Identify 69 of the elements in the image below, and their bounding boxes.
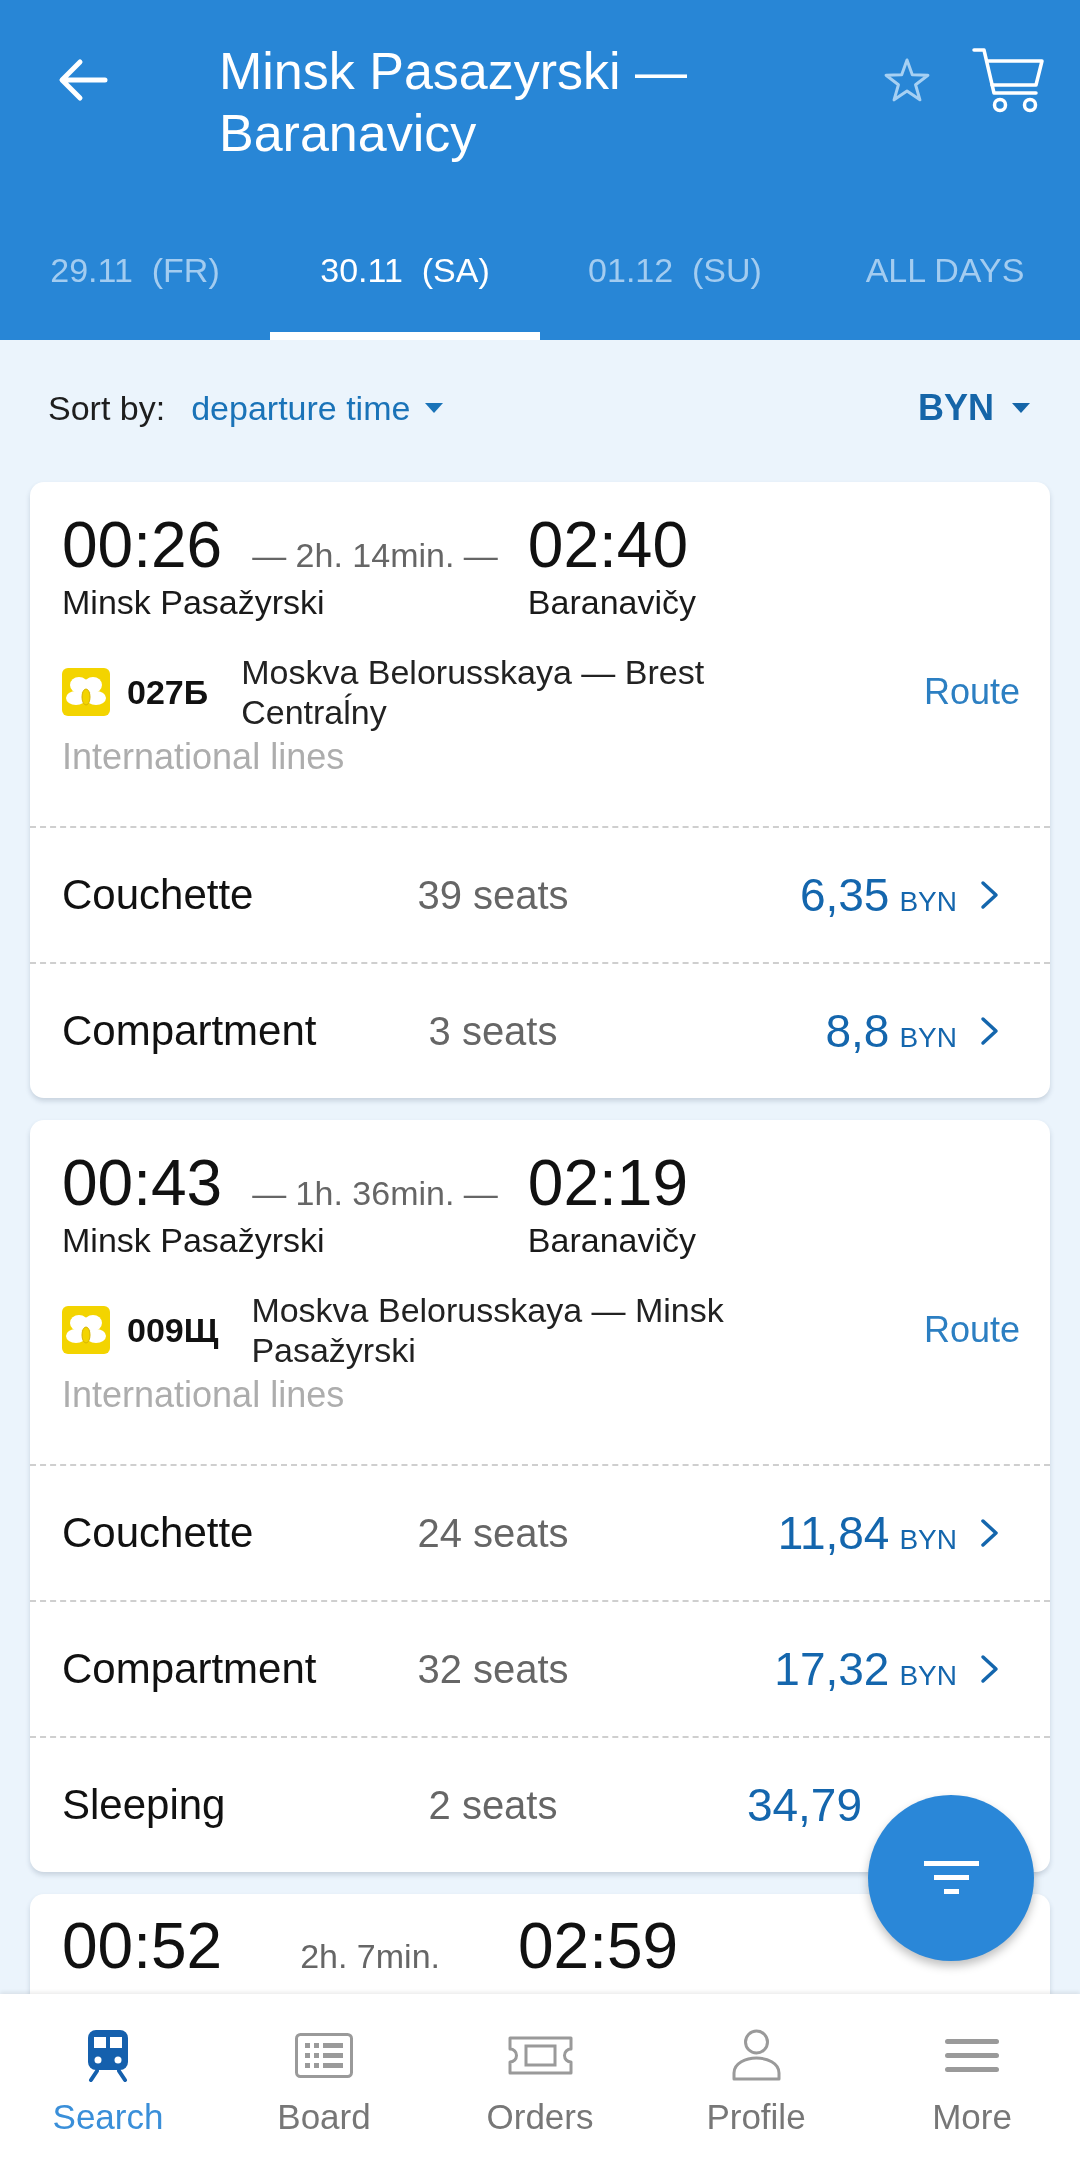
currency-label: BYN [899, 886, 957, 918]
person-icon [731, 2029, 781, 2081]
car-class: Compartment [62, 1007, 318, 1055]
filter-icon [923, 1861, 979, 1895]
route-link[interactable]: Route [923, 671, 1020, 713]
date-tab[interactable]: 29.11 (FR) [0, 200, 270, 340]
sort-dropdown[interactable]: departure time [191, 388, 444, 428]
departure-station: Minsk Pasažyrski [62, 582, 326, 623]
chevron-right-icon[interactable] [979, 1016, 1000, 1046]
trip-duration: — 2h. 14min. — [252, 536, 498, 575]
train-category: International lines [62, 737, 346, 777]
train-number: 009Щ [127, 1310, 219, 1350]
list-board-icon [295, 2032, 353, 2078]
date-tab[interactable]: 01.12 (SU) [540, 200, 810, 340]
car-class: Couchette [62, 1509, 255, 1557]
chevron-right-icon[interactable] [979, 880, 1000, 910]
arrival-time: 02:40 [527, 509, 689, 581]
screen-title: Minsk Pasazyrski — Baranavicy [219, 41, 689, 164]
sort-label: Sort by: [48, 388, 166, 428]
seat-count: 32 seats [417, 1646, 569, 1692]
back-arrow-icon[interactable] [58, 58, 108, 102]
currency-label: BYN [899, 1022, 957, 1054]
train-category: International lines [62, 1375, 346, 1415]
chevron-right-icon[interactable] [979, 1518, 1000, 1548]
arrival-station: Baranavičy [527, 1220, 697, 1261]
departure-time: 00:43 [62, 1147, 223, 1219]
train-route: Moskva Belorusskaya — Brest Centraĺny [241, 652, 706, 732]
car-class: Couchette [62, 871, 255, 919]
departure-time: 00:52 [62, 1910, 223, 1982]
route-link[interactable]: Route [923, 1309, 1020, 1351]
seat-count: 3 seats [428, 1008, 558, 1054]
fare-price[interactable]: 8,8 [825, 1004, 890, 1058]
star-icon[interactable] [883, 57, 931, 103]
nav-item[interactable]: Profile [648, 1994, 864, 2158]
chevron-right-icon[interactable] [979, 1654, 1000, 1684]
arrival-station: Baranavičy [527, 582, 697, 623]
currency-label: BYN [899, 1524, 957, 1556]
car-class: Sleeping [62, 1781, 227, 1829]
car-class: Compartment [62, 1645, 318, 1693]
departure-time: 00:26 [62, 509, 223, 581]
currency-dropdown[interactable]: BYN [918, 387, 1030, 429]
date-tab[interactable]: ALL DAYS [810, 200, 1080, 340]
menu-icon [945, 2038, 999, 2072]
caret-icon [425, 403, 444, 413]
flower-logo-icon [62, 1306, 110, 1354]
fare-price[interactable]: 34,79 [746, 1778, 862, 1832]
departure-station: Minsk Pasažyrski [62, 1220, 326, 1261]
seat-count: 39 seats [417, 872, 569, 918]
flower-logo-icon [62, 668, 110, 716]
arrival-time: 02:19 [527, 1147, 689, 1219]
seat-count: 2 seats [428, 1782, 558, 1828]
fare-price[interactable]: 17,32 [774, 1642, 890, 1696]
fare-price[interactable]: 11,84 [777, 1506, 890, 1560]
nav-item[interactable]: Board [216, 1994, 432, 2158]
trip-duration: — 1h. 36min. — [252, 1174, 498, 1213]
seat-count: 24 seats [417, 1510, 569, 1556]
train-route: Moskva Belorusskaya — Minsk Pasažyrski [251, 1290, 725, 1370]
cart-icon[interactable] [971, 45, 1045, 114]
train-number: 027Б [127, 672, 209, 712]
ticket-icon [507, 2035, 573, 2075]
nav-item[interactable]: Search [0, 1994, 216, 2158]
arrival-time: 02:59 [518, 1910, 679, 1982]
fare-price[interactable]: 6,35 [799, 868, 890, 922]
nav-item[interactable]: More [864, 1994, 1080, 2158]
caret-icon [1012, 403, 1030, 413]
currency-label: BYN [899, 1660, 957, 1692]
trip-duration: 2h. 7min. [300, 1937, 440, 1976]
date-tab[interactable]: 30.11 (SA) [270, 200, 540, 340]
nav-item[interactable]: Orders [432, 1994, 648, 2158]
